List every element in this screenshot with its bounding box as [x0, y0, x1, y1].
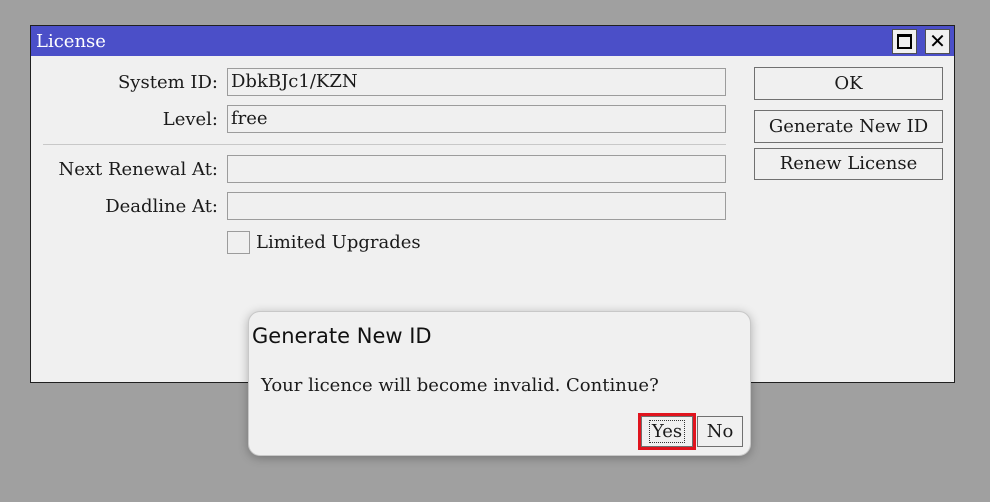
maximize-button[interactable] — [892, 29, 917, 54]
limited-upgrades-label: Limited Upgrades — [256, 232, 421, 253]
deadline-label: Deadline At: — [105, 196, 218, 217]
close-icon: ✕ — [929, 29, 946, 53]
next-renewal-label: Next Renewal At: — [58, 159, 218, 180]
window-titlebar[interactable]: License ✕ — [31, 26, 954, 56]
generate-new-id-dialog: Generate New ID Your licence will become… — [248, 311, 751, 456]
yes-button-label: Yes — [648, 420, 686, 443]
generate-new-id-button[interactable]: Generate New ID — [754, 110, 943, 143]
form-separator — [43, 144, 726, 145]
limited-upgrades-checkbox[interactable] — [227, 231, 250, 254]
dialog-message: Your licence will become invalid. Contin… — [261, 375, 659, 396]
level-field[interactable]: free — [227, 105, 726, 133]
yes-button[interactable]: Yes — [638, 413, 696, 450]
next-renewal-field[interactable] — [227, 155, 726, 183]
no-button[interactable]: No — [697, 416, 743, 447]
level-label: Level: — [162, 109, 218, 130]
deadline-field[interactable] — [227, 192, 726, 220]
window-title: License — [36, 31, 106, 52]
system-id-label: System ID: — [117, 72, 218, 93]
system-id-field[interactable]: DbkBJc1/KZN — [227, 68, 726, 96]
renew-license-button[interactable]: Renew License — [754, 148, 943, 180]
dialog-title: Generate New ID — [252, 324, 432, 348]
close-button[interactable]: ✕ — [925, 29, 950, 54]
ok-button[interactable]: OK — [754, 67, 943, 100]
maximize-icon — [897, 34, 912, 49]
